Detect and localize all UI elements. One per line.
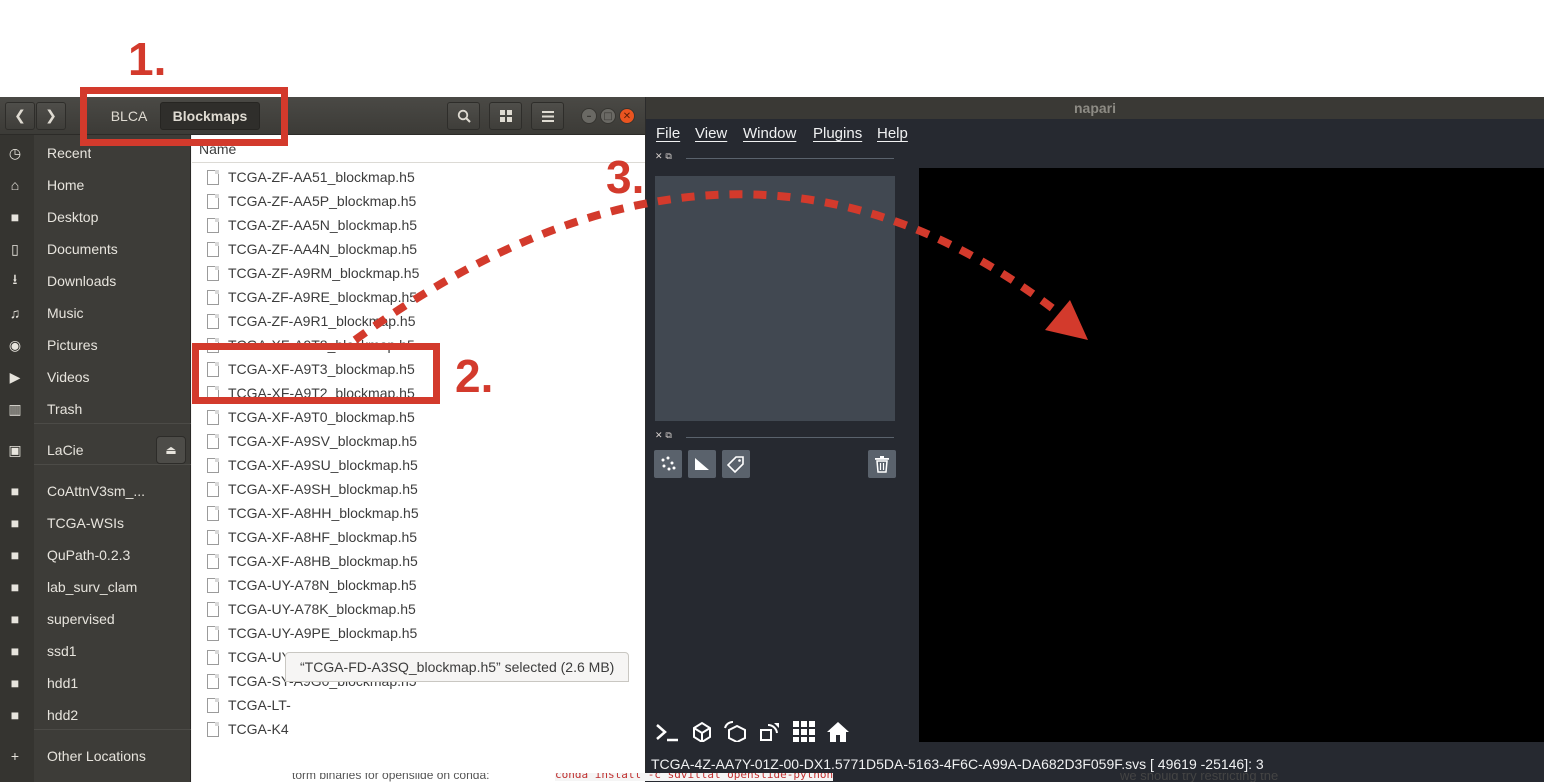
drag-arrow bbox=[352, 190, 1088, 344]
